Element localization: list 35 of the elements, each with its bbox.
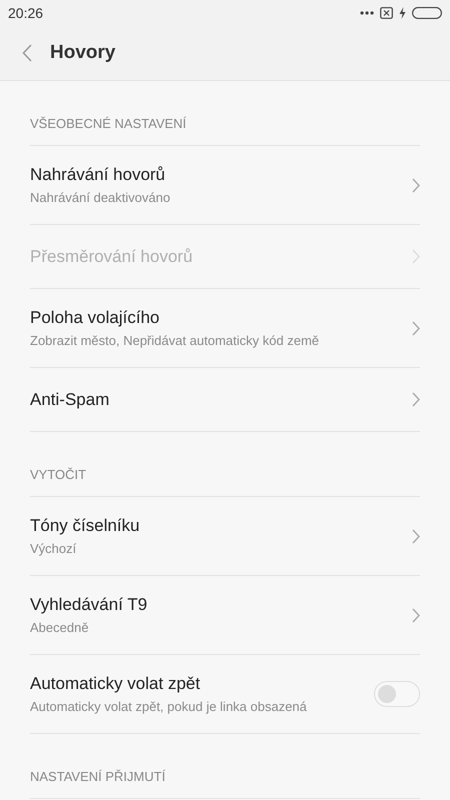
item-summary: Zobrazit město, Nepřidávat automaticky kód země (30, 333, 320, 348)
settings-item[interactable]: Vyhledávání T9 Abecedně (30, 576, 420, 655)
screen-title: Hovory (50, 42, 116, 64)
chevron-icon (412, 249, 420, 264)
toggle-switch[interactable] (374, 681, 420, 707)
item-label: Tóny číselníku (30, 516, 140, 536)
settings-item[interactable]: Anti-Spam (30, 368, 420, 432)
settings-item[interactable]: Tóny číselníku Výchozí (30, 497, 420, 576)
settings-item[interactable]: Poloha volajícího Zobrazit město, Nepřidávat automaticky kód země (30, 289, 420, 368)
chevron-icon (412, 608, 420, 622)
item-summary: Automaticky volat zpět, pokud je linka obsazená (30, 699, 307, 714)
settings-item[interactable]: Nahrávání hovorů Nahrávání deaktivováno (30, 146, 420, 225)
settings-item[interactable]: Automaticky volat zpět Automaticky volat zpět, pokud je linka obsazená (30, 655, 420, 734)
chevron-icon (412, 320, 420, 336)
chevron-icon (412, 392, 420, 407)
item-label: Nahrávání hovorů (30, 165, 166, 185)
section-header: VŠEOBECNÉ NASTAVENÍ (30, 116, 186, 131)
item-label: Poloha volajícího (30, 308, 160, 328)
chevron-icon (412, 178, 420, 192)
more-icon (360, 11, 374, 15)
back-icon (22, 44, 32, 62)
item-summary: Výchozí (30, 541, 78, 556)
section-header: VYTOČIT (30, 467, 86, 482)
status-time: 20:26 (8, 5, 44, 21)
item-label: Automaticky volat zpět (30, 674, 202, 694)
item-label: Vyhledávání T9 (30, 595, 148, 615)
charging-icon (399, 7, 406, 19)
item-label: Anti-Spam (30, 390, 110, 410)
no-sim-icon (380, 7, 393, 19)
chevron-icon (412, 528, 420, 544)
item-summary: Nahrávání deaktivováno (30, 190, 170, 205)
item-summary: Abecedně (30, 620, 90, 635)
battery-icon (412, 7, 442, 19)
item-label: Přesměrování hovorů (30, 246, 193, 266)
section-header: NASTAVENÍ PŘIJMUTÍ (30, 769, 166, 784)
